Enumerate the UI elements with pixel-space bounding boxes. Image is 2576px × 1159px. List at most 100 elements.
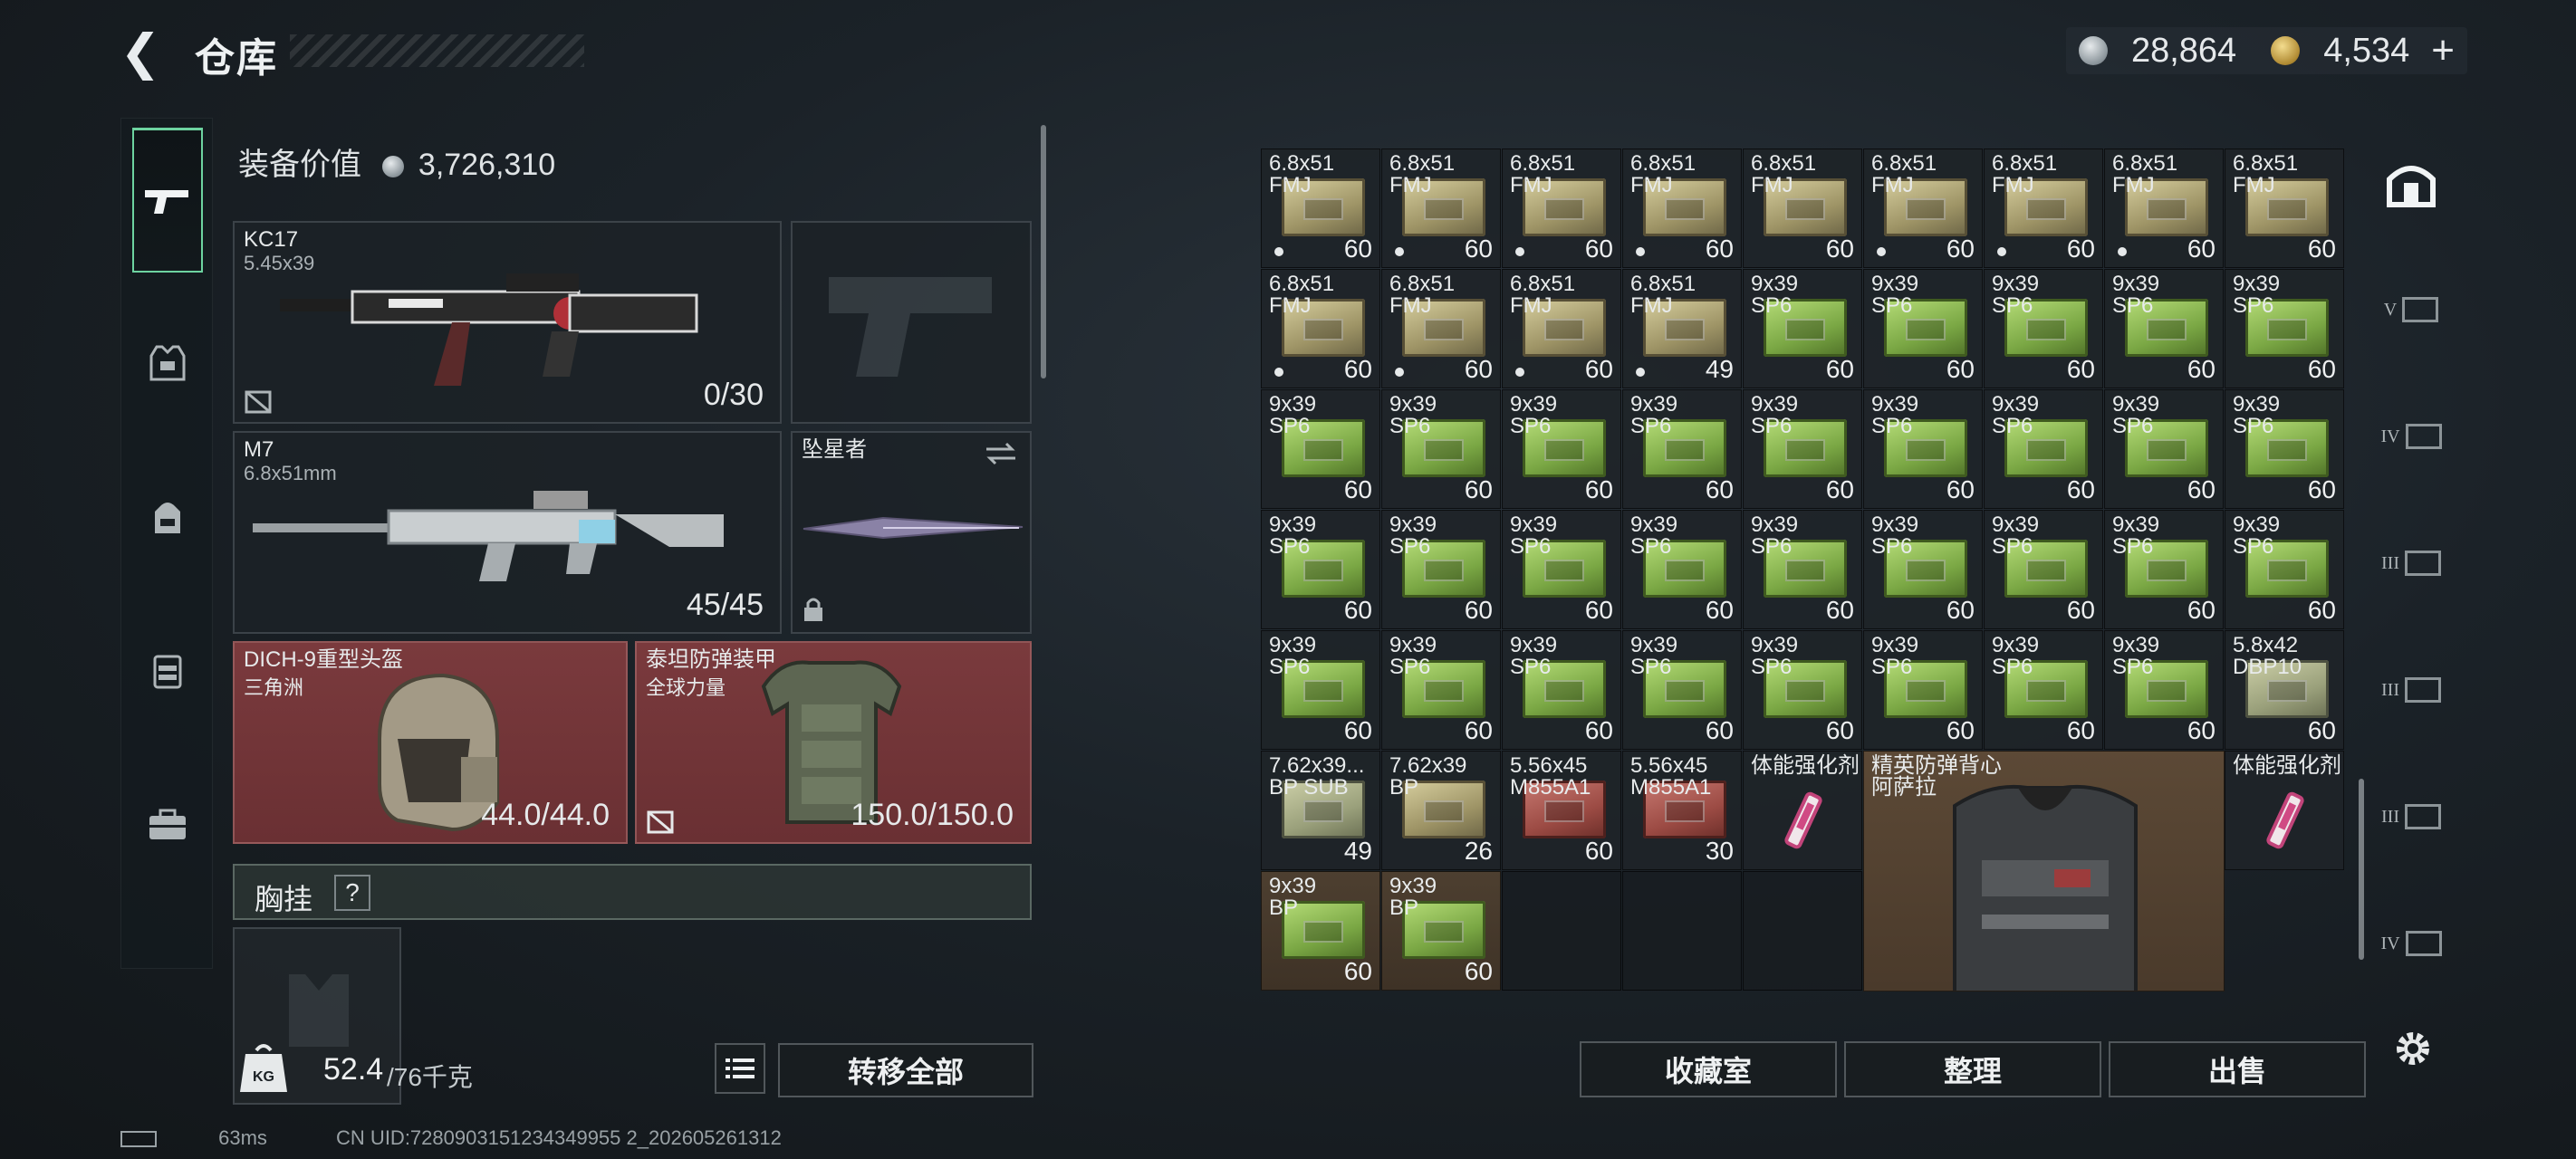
tab-storage-page[interactable]: III — [2366, 636, 2456, 744]
backpack-icon — [155, 503, 180, 533]
tab-main-storage[interactable] — [2366, 129, 2456, 237]
grid-item[interactable]: 9x39 SP6 60 — [1261, 630, 1380, 750]
melee-slot[interactable]: 坠星者 — [791, 431, 1032, 634]
grid-item[interactable]: 6.8x51 FMJ 60 — [1743, 148, 1862, 268]
grid-item[interactable]: 6.8x51 FMJ 60 — [1261, 269, 1380, 388]
equip-value-label: 装备价值 — [238, 148, 361, 182]
grid-item[interactable]: 9x39 BP 60 — [1261, 871, 1380, 991]
grid-item[interactable]: 9x39 SP6 60 — [1261, 510, 1380, 629]
grid-item[interactable]: 9x39 SP6 60 — [2104, 389, 2224, 509]
grid-item[interactable]: 6.8x51 FMJ 60 — [2104, 148, 2224, 268]
empty-slot[interactable] — [1622, 871, 1742, 991]
grid-item[interactable]: 9x39 SP6 60 — [1863, 269, 1983, 388]
armor-slot[interactable]: 泰坦防弹装甲 全球力量 150.0/150.0 — [635, 641, 1032, 844]
tab-storage-page[interactable]: III — [2366, 762, 2456, 871]
grid-item[interactable]: 5.8x42 DBP10 60 — [2225, 630, 2344, 750]
grid-item[interactable]: 9x39 SP6 60 — [2225, 269, 2344, 388]
grid-item[interactable]: 5.56x45 M855A1 60 — [1502, 751, 1621, 870]
swap-icon[interactable] — [983, 440, 1019, 467]
grid-item[interactable]: 9x39 SP6 60 — [1502, 389, 1621, 509]
tab-storage-page[interactable]: IV — [2366, 889, 2456, 998]
help-icon[interactable]: ? — [334, 875, 370, 911]
grid-item[interactable]: 6.8x51 FMJ 60 — [1381, 148, 1501, 268]
grid-item[interactable]: 6.8x51 FMJ 49 — [1622, 269, 1742, 388]
grid-item[interactable]: 9x39 SP6 60 — [2104, 269, 2224, 388]
grid-item[interactable]: 9x39 SP6 60 — [1984, 269, 2103, 388]
list-view-button[interactable] — [715, 1043, 765, 1094]
grid-item[interactable]: 9x39 SP6 60 — [1743, 630, 1862, 750]
grid-item[interactable]: 6.8x51 FMJ 60 — [1502, 148, 1621, 268]
tab-storage-page[interactable]: V — [2366, 255, 2456, 364]
grid-item[interactable]: 9x39 SP6 60 — [1381, 630, 1501, 750]
tab-backpack[interactable] — [132, 445, 203, 589]
tab-storage-page[interactable]: III — [2366, 509, 2456, 618]
grid-item[interactable]: 6.8x51 FMJ 60 — [1622, 148, 1742, 268]
sell-button[interactable]: 出售 — [2109, 1041, 2366, 1097]
grid-item[interactable]: 6.8x51 FMJ 60 — [1502, 269, 1621, 388]
grid-item[interactable]: 9x39 SP6 60 — [1743, 269, 1862, 388]
grid-item[interactable]: 体能强化剂 — [1743, 751, 1862, 870]
unequip-icon[interactable] — [646, 809, 675, 835]
tab-chest-rig[interactable] — [132, 599, 203, 743]
grid-item[interactable]: 9x39 SP6 60 — [1622, 510, 1742, 629]
add-currency-button[interactable]: + — [2431, 28, 2455, 73]
sort-button[interactable]: 整理 — [1844, 1041, 2101, 1097]
grid-item[interactable]: 9x39 SP6 60 — [1381, 510, 1501, 629]
grid-item[interactable]: 6.8x51 FMJ 60 — [1261, 148, 1380, 268]
grid-item[interactable]: 6.8x51 FMJ 60 — [2225, 148, 2344, 268]
grid-item[interactable]: 体能强化剂 — [2225, 751, 2344, 870]
grid-item[interactable]: 9x39 SP6 60 — [1743, 389, 1862, 509]
grid-item[interactable]: 9x39 SP6 60 — [1984, 389, 2103, 509]
grid-item[interactable]: 9x39 SP6 60 — [1984, 630, 2103, 750]
page-title: 仓库 — [195, 36, 278, 81]
grid-item[interactable]: 7.62x39 BP 26 — [1381, 751, 1501, 870]
item-name: 9x39 SP6 — [1269, 512, 1317, 559]
grid-item[interactable]: 9x39 BP 60 — [1381, 871, 1501, 991]
pistol-slot[interactable] — [791, 221, 1032, 424]
item-name: 9x39 SP6 — [1389, 512, 1437, 559]
grid-item[interactable]: 9x39 SP6 60 — [1984, 510, 2103, 629]
item-name: 9x39 SP6 — [1751, 633, 1799, 679]
ammo-count: 0/30 — [703, 378, 764, 412]
empty-slot[interactable] — [1743, 871, 1862, 991]
safe-box-icon — [2404, 677, 2441, 703]
item-name: 9x39 SP6 — [1871, 392, 1919, 438]
grid-item[interactable]: 9x39 SP6 60 — [1743, 510, 1862, 629]
unequip-icon[interactable] — [244, 389, 273, 415]
grid-item[interactable]: 9x39 SP6 60 — [1622, 389, 1742, 509]
grid-item[interactable]: 9x39 SP6 60 — [1622, 630, 1742, 750]
grid-scrollbar[interactable] — [2359, 779, 2364, 960]
grid-item[interactable]: 9x39 SP6 60 — [1863, 630, 1983, 750]
grid-item[interactable]: 9x39 SP6 60 — [1502, 630, 1621, 750]
grid-item[interactable]: 6.8x51 FMJ 60 — [1863, 148, 1983, 268]
helmet-slot[interactable]: DICH-9重型头盔 三角洲 44.0/44.0 — [233, 641, 628, 844]
tab-armor[interactable] — [132, 291, 203, 436]
grid-item[interactable]: 9x39 SP6 60 — [2104, 630, 2224, 750]
grid-item[interactable]: 7.62x39... BP SUB 49 — [1261, 751, 1380, 870]
grid-item[interactable]: 5.56x45 M855A1 30 — [1622, 751, 1742, 870]
chest-rig-header[interactable]: 胸挂 ? — [233, 864, 1032, 920]
grid-item[interactable]: 9x39 SP6 60 — [2104, 510, 2224, 629]
grid-item[interactable]: 9x39 SP6 60 — [1381, 389, 1501, 509]
tab-storage-page[interactable]: IV — [2366, 382, 2456, 491]
collection-room-button[interactable]: 收藏室 — [1580, 1041, 1837, 1097]
secondary-weapon-slot[interactable]: M7 6.8x51mm 45/45 — [233, 431, 782, 634]
grid-item[interactable]: 6.8x51 FMJ 60 — [1984, 148, 2103, 268]
tab-case[interactable] — [132, 752, 203, 897]
grid-item[interactable]: 9x39 SP6 60 — [1863, 510, 1983, 629]
grid-item[interactable]: 9x39 SP6 60 — [2225, 389, 2344, 509]
grid-item[interactable]: 9x39 SP6 60 — [1502, 510, 1621, 629]
vest-item[interactable]: 精英防弹背心 阿萨拉 — [1863, 751, 2225, 991]
primary-weapon-slot[interactable]: KC17 5.45x39 0/30 — [233, 221, 782, 424]
grid-item[interactable]: 9x39 SP6 60 — [2225, 510, 2344, 629]
grid-item[interactable]: 6.8x51 FMJ 60 — [1381, 269, 1501, 388]
item-quantity: 60 — [1825, 716, 1854, 744]
grid-item[interactable]: 9x39 SP6 60 — [1261, 389, 1380, 509]
tab-weapons[interactable] — [132, 128, 203, 273]
empty-slot[interactable] — [1502, 871, 1621, 991]
transfer-all-button[interactable]: 转移全部 — [778, 1043, 1033, 1097]
grid-item[interactable]: 9x39 SP6 60 — [1863, 389, 1983, 509]
left-scrollbar[interactable] — [1041, 125, 1046, 378]
settings-gear-icon[interactable] — [2388, 1023, 2438, 1074]
back-icon[interactable]: ❮ — [118, 27, 163, 78]
